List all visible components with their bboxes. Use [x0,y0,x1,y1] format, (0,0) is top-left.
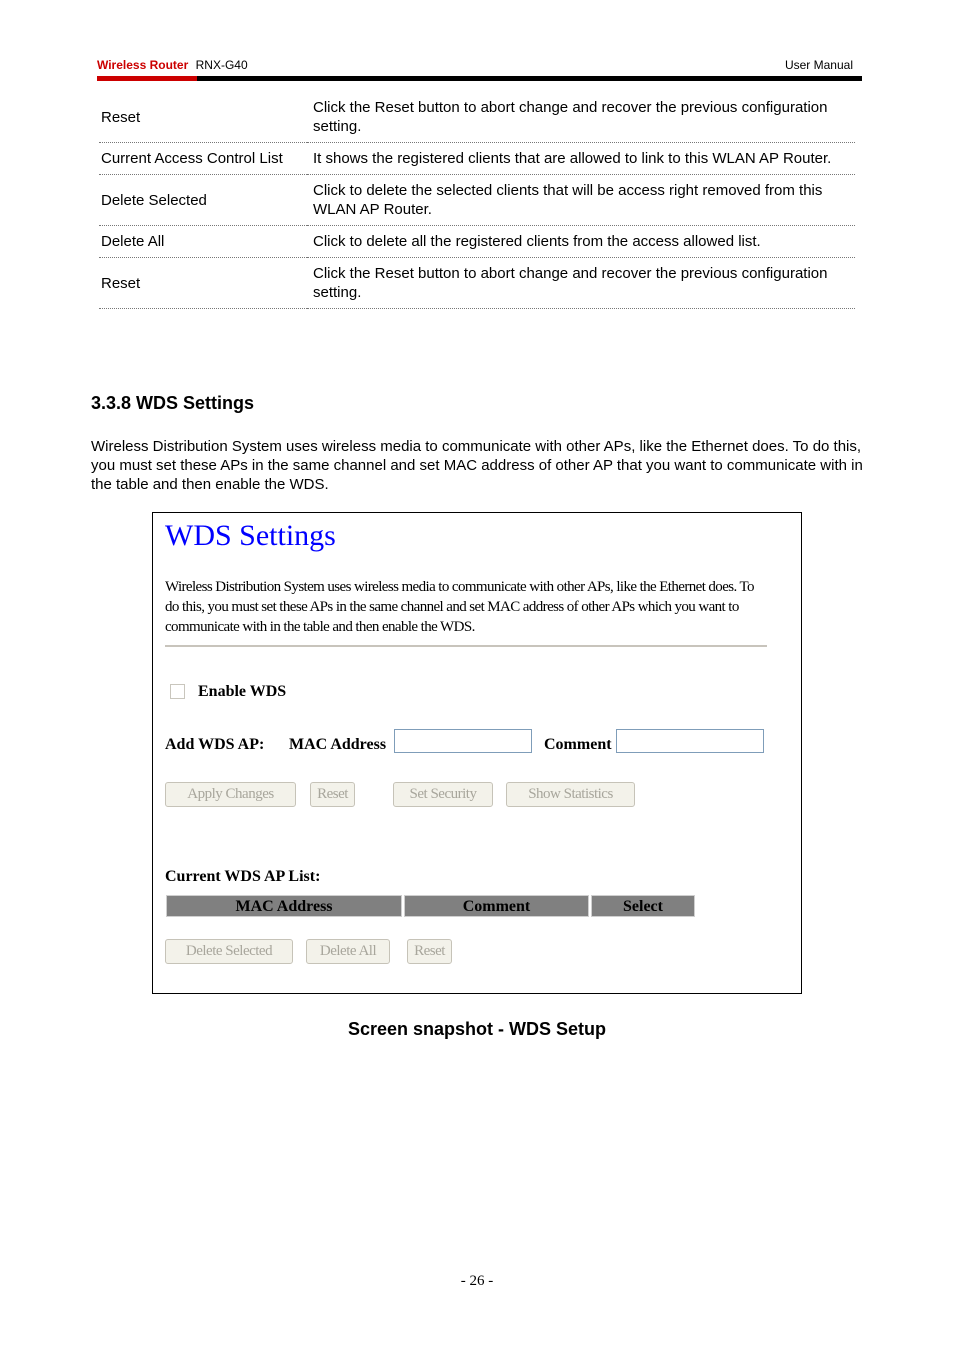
term-cell: Reset [99,92,307,143]
header-rule [97,76,862,81]
term-cell: Reset [99,257,307,309]
wds-ap-list-header: MAC Address Comment Select [166,895,695,917]
page-header: Wireless Router RNX-G40 User Manual [97,58,853,74]
column-header-mac-address: MAC Address [166,895,402,917]
set-security-button[interactable]: Set Security [393,782,493,807]
wds-settings-snapshot: WDS Settings Wireless Distribution Syste… [152,512,802,994]
term-cell: Delete Selected [99,174,307,226]
mac-address-label: MAC Address [289,736,387,753]
page-number: - 26 - [460,1273,494,1289]
header-doc-type: User Manual [784,58,853,72]
comment-label: Comment [544,736,612,753]
table-row: Current Access Control List It shows the… [99,142,855,175]
enable-wds-label: Enable WDS [198,683,287,700]
definition-cell: It shows the registered clients that are… [307,142,855,175]
table-row: Delete All Click to delete all the regis… [99,225,855,258]
column-header-select: Select [591,895,695,917]
table-row: Reset Click the Reset button to abort ch… [99,92,855,143]
reset-button[interactable]: Reset [310,782,355,807]
figure-caption: Screen snapshot - WDS Setup [347,1019,607,1039]
table-row: Delete Selected Click to delete the sele… [99,174,855,226]
comment-input[interactable] [616,729,764,753]
mac-address-input[interactable] [394,729,532,753]
term-cell: Current Access Control List [99,142,307,175]
show-statistics-button[interactable]: Show Statistics [506,782,635,807]
delete-selected-button[interactable]: Delete Selected [165,939,293,964]
wds-ap-list-label: Current WDS AP List: [165,868,321,885]
delete-all-button[interactable]: Delete All [306,939,390,964]
table-row: Reset Click the Reset button to abort ch… [99,257,855,309]
term-cell: Delete All [99,225,307,258]
definition-cell: Click to delete the selected clients tha… [307,174,855,226]
section-intro: Wireless Distribution System uses wirele… [91,438,863,493]
column-header-comment: Comment [404,895,589,917]
add-wds-ap-label: Add WDS AP: [165,736,265,753]
definition-cell: Click the Reset button to abort change a… [307,257,855,309]
header-model: RNX-G40 [195,58,248,72]
snapshot-title: WDS Settings [165,519,336,552]
description-table: Reset Click the Reset button to abort ch… [99,92,855,309]
divider [165,645,767,647]
snapshot-description: Wireless Distribution System uses wirele… [165,579,755,635]
reset-list-button[interactable]: Reset [407,939,452,964]
header-rule-accent [97,76,197,81]
section-title: 3.3.8 WDS Settings [91,393,255,413]
enable-wds-checkbox[interactable] [170,684,185,699]
definition-cell: Click to delete all the registered clien… [307,225,855,258]
definition-cell: Click the Reset button to abort change a… [307,92,855,143]
header-brand: Wireless Router [97,58,189,72]
apply-changes-button[interactable]: Apply Changes [165,782,296,807]
